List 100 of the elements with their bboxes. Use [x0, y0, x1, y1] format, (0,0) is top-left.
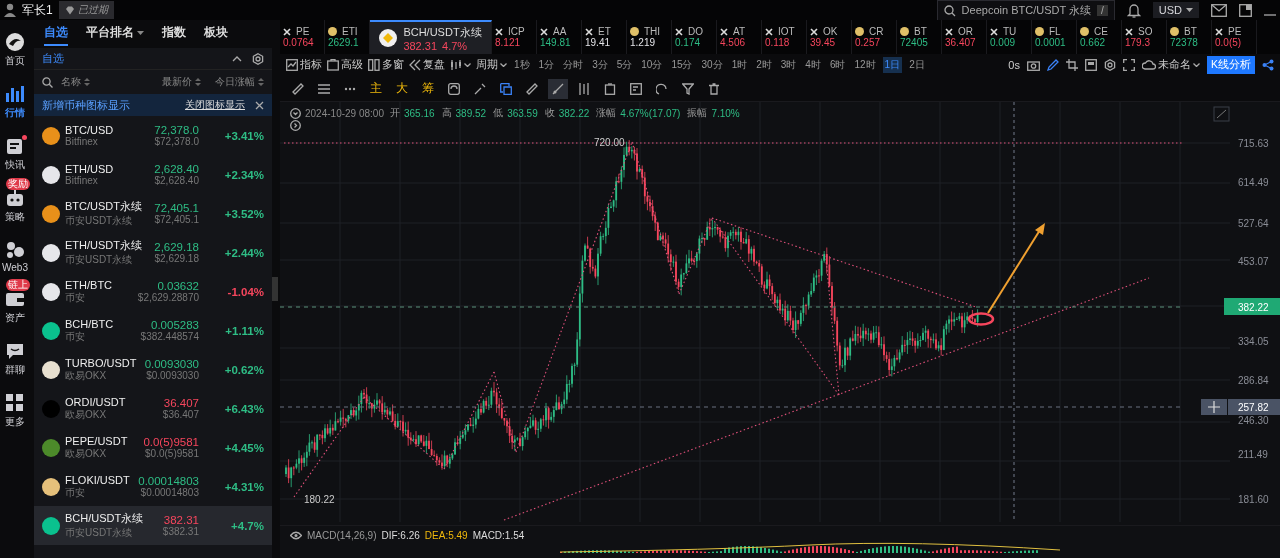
price-axis-label: 614.49 [1238, 177, 1269, 188]
usd-price: $0.0(5)9581 [145, 448, 199, 459]
watchlist-row[interactable]: TURBO/USDT 欧易OKX 0.0093030 $0.0093030 +0.62% [34, 350, 272, 389]
period-dropdown[interactable]: 周期 [476, 58, 507, 72]
ticker-price: 149.81 [540, 37, 572, 48]
nav-item[interactable]: 链上 资产 [0, 279, 30, 325]
period-tab[interactable]: 1秒 [512, 57, 532, 73]
watchlist-row[interactable]: ORDI/USDT 欧易OKX 36.407 $36.407 +6.43% [34, 389, 272, 428]
period-tab[interactable]: 30分 [699, 57, 725, 73]
ticker-symbol: BT [914, 26, 927, 37]
last-price: 0.03632 [157, 280, 199, 292]
period-tab[interactable]: 15分 [669, 57, 695, 73]
toolbar-button[interactable]: 复盘 [409, 58, 445, 72]
watchlist-row[interactable]: ETH/USD Bitfinex 2,628.40 $2,628.40 +2.34% [34, 155, 272, 194]
period-tab[interactable]: 3分 [590, 57, 610, 73]
watchlist-tab[interactable]: 平台排名 [86, 24, 144, 46]
period-tab[interactable]: 10分 [639, 57, 665, 73]
ticker-symbol: TU [1003, 26, 1017, 37]
ticker-price: 0.0001 [1035, 37, 1067, 48]
close-icons-link[interactable]: 关闭图标显示 [185, 98, 245, 112]
nav-item[interactable]: 群聊 [0, 331, 30, 377]
last-price: 0.0093030 [144, 358, 199, 370]
nav-item[interactable]: Web3 [0, 230, 30, 273]
pair-symbol: TURBO/USDT [65, 356, 138, 369]
ticker-symbol: PE [1228, 26, 1242, 37]
ticker-price: 382.31 [403, 39, 438, 52]
ticker-symbol: OR [958, 26, 973, 37]
nav-label: 群聊 [5, 363, 25, 377]
watchlist-row[interactable]: PEPE/USDT 欧易OKX 0.0(5)9581 $0.0(5)9581 +4.45% [34, 428, 272, 467]
period-tab[interactable]: 分时 [561, 57, 586, 73]
search-field[interactable]: Deepcoin BTC/USDT 永续 / [936, 0, 1115, 21]
ohlc-value: 365.16 [403, 107, 435, 119]
ohlc-value: 389.52 [455, 107, 487, 119]
overlay-toggle[interactable]: 大 [396, 80, 408, 97]
ticker-symbol: AA [553, 26, 567, 37]
nav-item[interactable]: 更多 [0, 383, 30, 429]
pair-symbol: BTC/USDT永续 [65, 199, 143, 214]
watchlist-tab[interactable]: 板块 [204, 24, 228, 46]
ticker-symbol: BCH/USDT永续 [403, 24, 482, 40]
watchlist-row[interactable]: FLOKI/USDT 币安 0.00014803 $0.00014803 +4.31% [34, 467, 272, 506]
column-header[interactable]: 名称 [61, 75, 90, 89]
ticker-symbol: FL [1049, 26, 1061, 37]
overlay-toggle[interactable]: 筹 [422, 80, 434, 97]
last-price: 2,628.40 [154, 163, 199, 175]
period-tab[interactable]: 5分 [614, 57, 635, 73]
pair-symbol: ETH/USDT永续 [65, 238, 143, 253]
watchlist-row[interactable]: BTC/USD Bitfinex 72,378.0 $72,378.0 +3.41% [34, 116, 272, 155]
change-percent: +4.45% [223, 441, 264, 454]
exchange-name: 币安USDT永续 [65, 253, 134, 267]
watchlist-row[interactable]: ETH/USDT永续 币安USDT永续 2,629.18 $2,629.18 +2.44% [34, 233, 272, 272]
period-tab[interactable]: 2日 [907, 57, 927, 73]
toolbar-button[interactable]: 高级 [327, 58, 363, 72]
watchlist-row[interactable]: BTC/USDT永续 币安USDT永续 72,405.1 $72,405.1 +3.52% [34, 194, 272, 233]
dea-value: DEA:5.49 [424, 530, 468, 541]
watchlist-row[interactable]: BCH/USDT永续 币安USDT永续 382.31 $382.31 +4.7% [34, 506, 272, 545]
toolbar-button[interactable]: 指标 [286, 58, 322, 72]
change-percent: +3.41% [223, 129, 264, 142]
nav-item[interactable]: 快讯 [0, 126, 30, 172]
last-price: 0.00014803 [138, 475, 199, 487]
watchlist-row[interactable]: ETH/BTC 币安 0.03632 $2,629.28870 -1.04% [34, 272, 272, 311]
analysis-button[interactable]: K线分析 [1207, 56, 1255, 74]
user-name[interactable]: 军长1 [22, 1, 53, 19]
nav-label: 快讯 [5, 158, 25, 172]
currency-dropdown[interactable]: USD [1152, 2, 1199, 18]
ticker-item[interactable]: BCH/USDT永续 382.31 4.7% [370, 20, 492, 54]
group-name[interactable]: 自选 [42, 51, 64, 66]
last-price: 2,629.18 [154, 241, 199, 253]
nav-item[interactable]: 首页 [0, 22, 30, 68]
period-tab[interactable]: 6时 [827, 57, 848, 73]
change-percent: +0.62% [223, 363, 264, 376]
column-header[interactable]: 今日涨幅 [215, 75, 264, 89]
period-tab[interactable]: 12时 [852, 57, 878, 73]
search-value: Deepcoin BTC/USDT 永续 [961, 3, 1091, 18]
watchlist-tab[interactable]: 指数 [162, 24, 186, 46]
nav-label: 行情 [5, 106, 25, 120]
period-tab[interactable]: 1时 [729, 57, 750, 73]
ticker-symbol: IOT [778, 26, 795, 37]
nav-item[interactable]: 奖励 策略 [0, 178, 30, 224]
low-price-label: 180.22 [304, 494, 335, 505]
ticker-price: 0.174 [675, 37, 702, 48]
ticker-symbol: ETI [342, 26, 358, 37]
macd-value: MACD:1.54 [472, 530, 525, 541]
layout-dropdown[interactable]: 未命名 [1142, 58, 1200, 72]
ticker-price: 0.662 [1080, 37, 1107, 48]
ohlc-label: 开 [389, 106, 400, 120]
dif-value: DIF:6.26 [381, 530, 420, 541]
overlay-toggle[interactable]: 主 [370, 80, 382, 97]
period-tab[interactable]: 1分 [536, 57, 557, 73]
watchlist-row[interactable]: BCH/BTC 币安 0.005283 $382.448574 +1.11% [34, 311, 272, 350]
period-tab[interactable]: 1日 [882, 57, 903, 73]
period-tab[interactable]: 3时 [778, 57, 799, 73]
toolbar-button[interactable]: 多窗 [368, 58, 404, 72]
period-tab[interactable]: 2时 [754, 57, 774, 73]
column-header[interactable]: 最新价 [162, 75, 201, 89]
nav-item[interactable]: 行情 [0, 74, 30, 120]
watchlist-tab[interactable]: 自选 [44, 24, 68, 46]
change-percent: +4.7% [230, 519, 264, 532]
period-tab[interactable]: 4时 [803, 57, 823, 73]
change-percent: +1.11% [224, 324, 264, 337]
usd-price: $382.448574 [140, 331, 199, 342]
